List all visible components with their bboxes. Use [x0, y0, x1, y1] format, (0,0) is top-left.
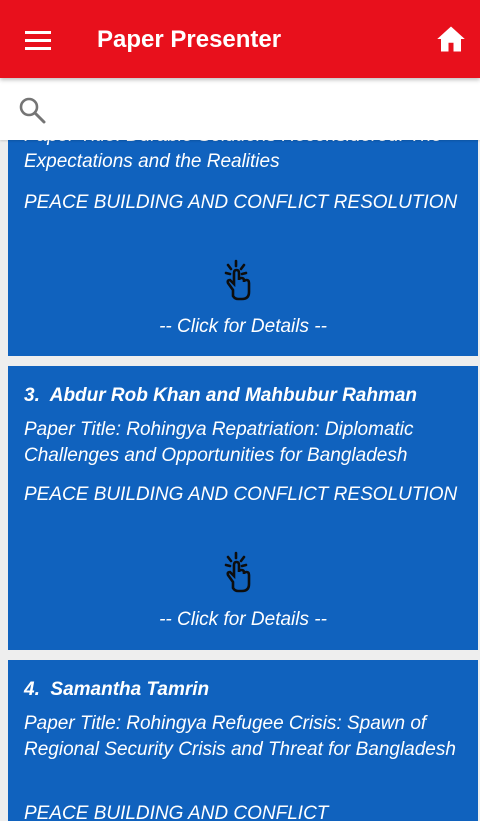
paper-card[interactable]: 3. Abdur Rob Khan and Mahbubur Rahman Pa… [8, 366, 478, 650]
hamburger-menu-icon [25, 31, 51, 50]
presenter-heading: 4. Samantha Tamrin [24, 678, 209, 702]
details-link[interactable]: -- Click for Details -- [8, 608, 478, 632]
presenter-heading: 3. Abdur Rob Khan and Mahbubur Rahman [24, 384, 417, 408]
paper-title: Paper Title: Durable Solutions Reconside… [24, 140, 442, 172]
paper-card[interactable]: Paper Title: Durable Solutions Reconside… [8, 140, 478, 356]
app-bar: Paper Presenter [0, 0, 480, 78]
paper-title: Paper Title: Rohingya Refugee Crisis: Sp… [24, 713, 456, 760]
tap-hand-icon [224, 551, 251, 593]
app-title: Paper Presenter [97, 26, 282, 53]
paper-topic: PEACE BUILDING AND CONFLICT [24, 803, 329, 821]
paper-list[interactable]: Paper Title: Durable Solutions Reconside… [0, 140, 480, 821]
home-icon [437, 26, 465, 52]
presenter-name: Samantha Tamrin [50, 679, 210, 700]
paper-card[interactable]: 4. Samantha Tamrin Paper Title: Rohingya… [8, 660, 478, 821]
paper-topic: PEACE BUILDING AND CONFLICT RESOLUTION [24, 192, 458, 213]
paper-title: Paper Title: Rohingya Repatriation: Dipl… [24, 419, 414, 466]
paper-number: 3. [24, 385, 40, 406]
home-button[interactable] [434, 22, 468, 56]
search-icon[interactable] [18, 96, 46, 124]
details-link[interactable]: -- Click for Details -- [8, 315, 478, 339]
tap-hand-icon [224, 259, 251, 301]
paper-topic: PEACE BUILDING AND CONFLICT RESOLUTION [24, 484, 458, 505]
search-input[interactable] [58, 84, 462, 134]
menu-button[interactable] [16, 22, 60, 58]
paper-number: 4. [24, 679, 40, 700]
presenter-name: Abdur Rob Khan and Mahbubur Rahman [49, 385, 418, 406]
